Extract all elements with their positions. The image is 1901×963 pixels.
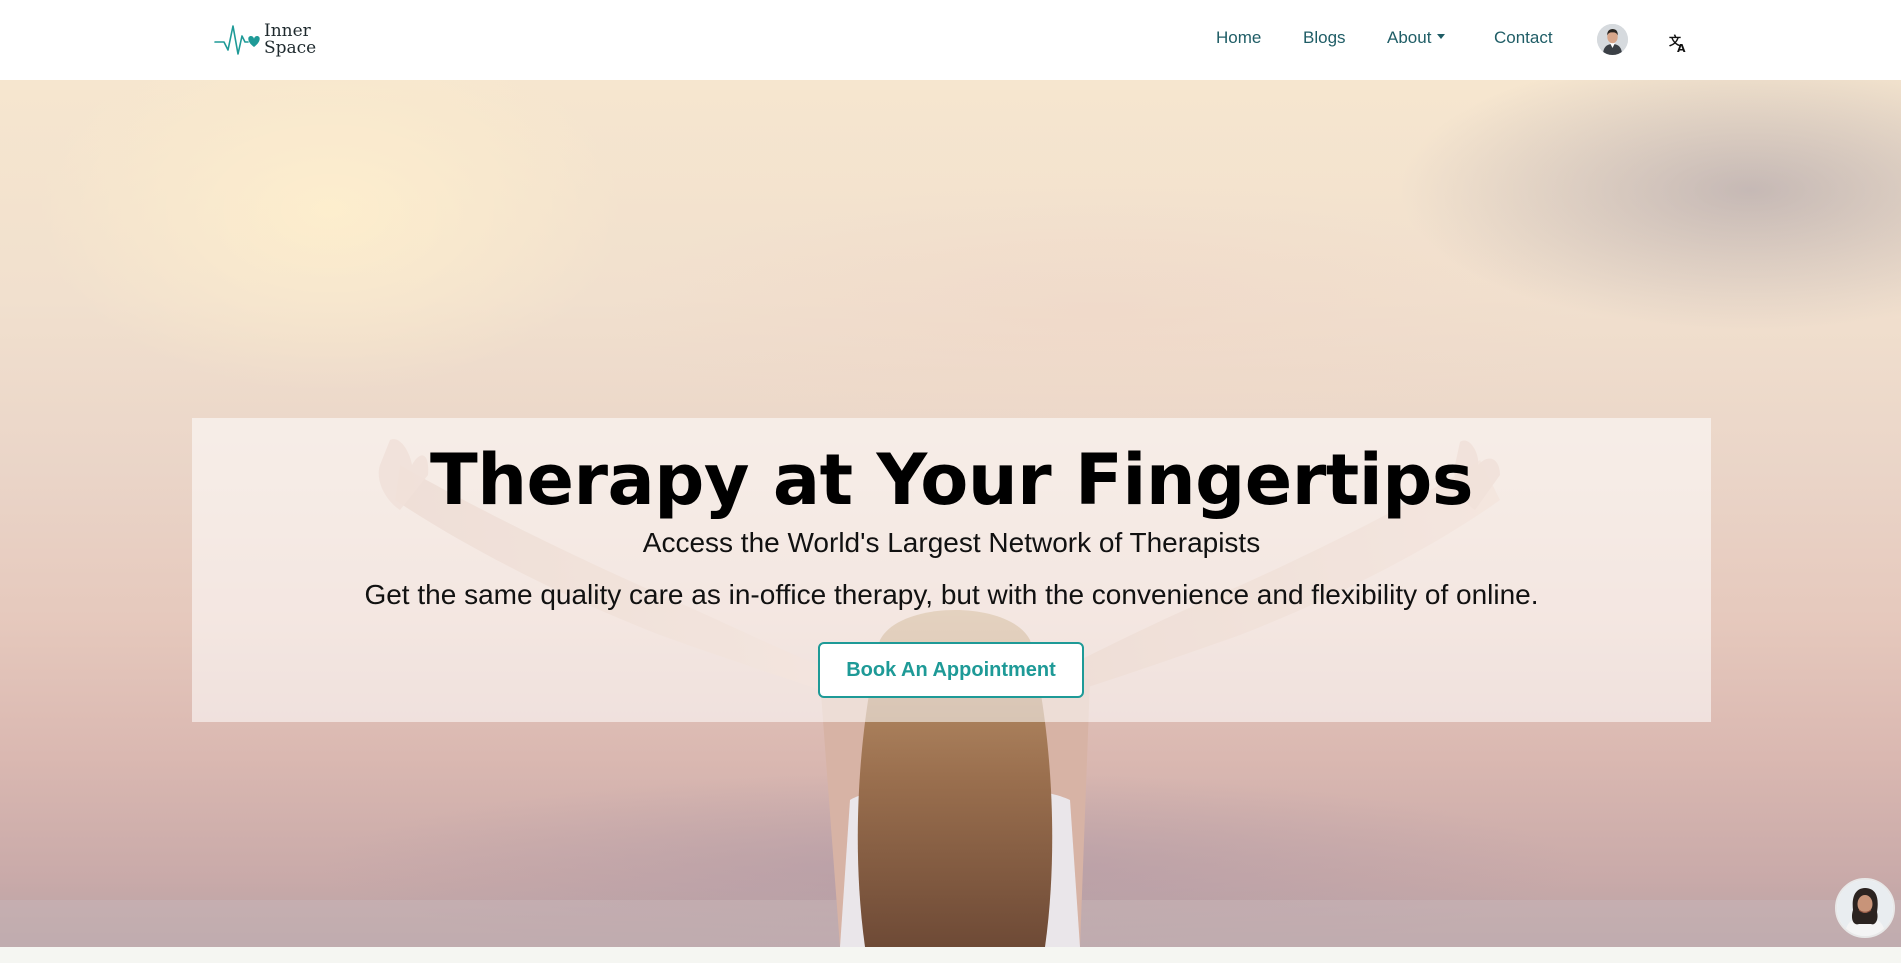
nav-contact-link[interactable]: Contact: [1494, 28, 1553, 48]
svg-text:A: A: [1677, 42, 1686, 54]
next-section-edge: [0, 947, 1901, 963]
nav-home-link[interactable]: Home: [1216, 28, 1261, 48]
user-avatar-icon: [1597, 24, 1628, 55]
hero-section: Therapy at Your Fingertips Access the Wo…: [0, 80, 1901, 947]
caret-down-icon: [1437, 34, 1446, 40]
translate-icon[interactable]: 文 A: [1668, 32, 1690, 55]
book-appointment-button[interactable]: Book An Appointment: [818, 642, 1084, 698]
nav-about-dropdown[interactable]: About: [1387, 28, 1446, 48]
hero-content-panel: Therapy at Your Fingertips Access the Wo…: [192, 418, 1711, 722]
hero-title: Therapy at Your Fingertips: [429, 439, 1474, 521]
hero-description: Get the same quality care as in-office t…: [364, 579, 1539, 610]
chat-assistant-avatar-icon: [1837, 880, 1893, 936]
nav-about-label: About: [1387, 28, 1432, 47]
user-avatar[interactable]: [1597, 24, 1628, 55]
nav-blogs-link[interactable]: Blogs: [1303, 28, 1346, 48]
navbar: Inner Space Home Blogs About Contact 文 A: [0, 0, 1901, 80]
hero-subtitle: Access the World's Largest Network of Th…: [642, 527, 1261, 558]
chat-assistant-button[interactable]: [1835, 878, 1895, 938]
